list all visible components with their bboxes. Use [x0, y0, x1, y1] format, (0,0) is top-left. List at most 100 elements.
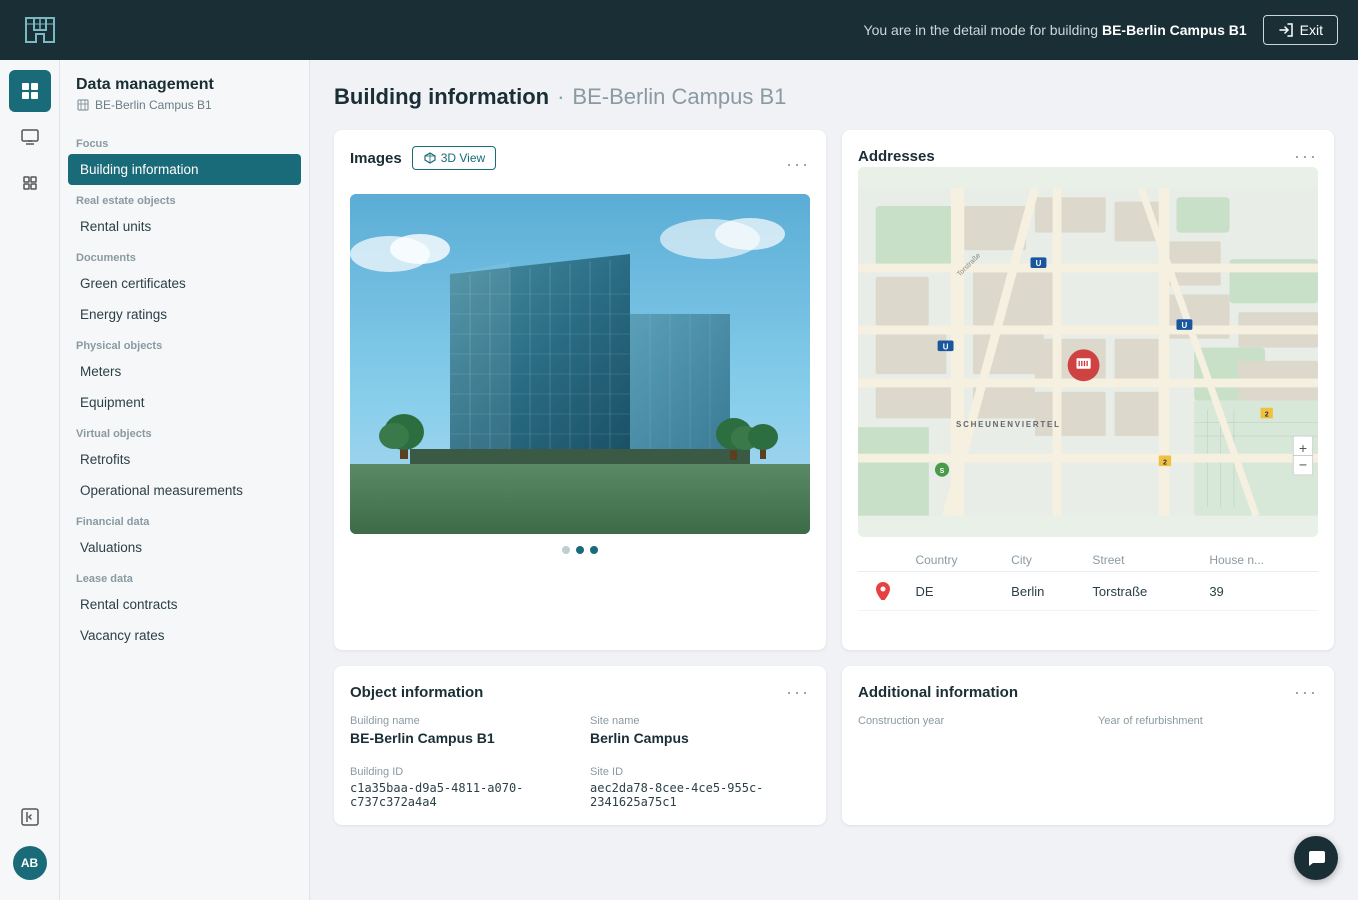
chat-icon [1305, 847, 1327, 869]
sidebar-icon-collapse[interactable] [9, 796, 51, 838]
nav-section-virtual-objects: Virtual objects [60, 418, 309, 444]
nav-item-valuations[interactable]: Valuations [60, 532, 309, 563]
nav-sidebar-subtitle: BE-Berlin Campus B1 [60, 98, 309, 128]
nav-item-meters[interactable]: Meters [60, 356, 309, 387]
images-card-menu[interactable]: ··· [786, 154, 810, 175]
main-layout: AB Data management BE-Berlin Campus B1 F… [0, 60, 1358, 900]
object-info-grid: Building name BE-Berlin Campus B1 Site n… [350, 715, 810, 809]
nav-item-retrofits[interactable]: Retrofits [60, 444, 309, 475]
sidebar-icon-monitor[interactable] [9, 116, 51, 158]
sidebar-icon-layers[interactable] [9, 162, 51, 204]
obj-field-site-name: Site name Berlin Campus [590, 715, 810, 746]
obj-field-building-name: Building name BE-Berlin Campus B1 [350, 715, 570, 746]
svg-text:U: U [1182, 321, 1188, 330]
dot-1[interactable] [562, 546, 570, 554]
addr-col-house: House n... [1201, 549, 1318, 572]
obj-field-building-id: Building ID c1a35baa-d9a5-4811-a070-c737… [350, 766, 570, 809]
view-3d-button[interactable]: 3D View [412, 146, 496, 170]
nav-sidebar: Data management BE-Berlin Campus B1 Focu… [60, 60, 310, 900]
nav-section-physical-objects: Physical objects [60, 330, 309, 356]
building-image [350, 194, 810, 534]
location-pin-icon [876, 582, 890, 600]
nav-item-rental-units[interactable]: Rental units [60, 211, 309, 242]
top-cards-row: Images 3D View ··· [334, 130, 1334, 650]
svg-text:S: S [940, 468, 945, 475]
logo [20, 10, 60, 50]
object-info-card-header: Object information ··· [350, 682, 810, 703]
map-svg: Torstraße U U U S 2 [858, 167, 1318, 537]
addr-house: 39 [1201, 572, 1318, 611]
dot-2[interactable] [576, 546, 584, 554]
additional-info-title: Additional information [858, 684, 1018, 701]
exit-button[interactable]: Exit [1263, 15, 1338, 45]
images-top: Images 3D View [350, 146, 496, 170]
collapse-icon [21, 808, 39, 826]
nav-section-documents: Documents [60, 242, 309, 268]
building-mini-icon [76, 98, 90, 112]
topbar-right: You are in the detail mode for building … [864, 15, 1338, 45]
svg-text:+: + [1299, 440, 1307, 456]
additional-info-card: Additional information ··· Construction … [842, 666, 1334, 825]
addr-city: Berlin [1003, 572, 1084, 611]
bottom-cards-row: Object information ··· Building name BE-… [334, 666, 1334, 825]
add-field-refurbishment-year: Year of refurbishment [1098, 715, 1318, 750]
address-table: Country City Street House n... [858, 549, 1318, 611]
addresses-card-header: Addresses ··· [858, 146, 1318, 167]
object-info-menu[interactable]: ··· [786, 682, 810, 703]
app-logo [20, 10, 60, 50]
nav-section-financial-data: Financial data [60, 506, 309, 532]
topbar: You are in the detail mode for building … [0, 0, 1358, 60]
addr-col-country: Country [907, 549, 1003, 572]
icon-sidebar-bottom: AB [9, 796, 51, 890]
images-card: Images 3D View ··· [334, 130, 826, 650]
svg-text:SCHEUNENVIERTEL: SCHEUNENVIERTEL [956, 420, 1061, 429]
table-icon [20, 81, 40, 101]
addr-pin-cell [858, 572, 907, 611]
addresses-card: Addresses ··· [842, 130, 1334, 650]
additional-info-menu[interactable]: ··· [1294, 682, 1318, 703]
nav-section-real-estate: Real estate objects [60, 185, 309, 211]
nav-item-energy-ratings[interactable]: Energy ratings [60, 299, 309, 330]
nav-item-building-information[interactable]: Building information [68, 154, 301, 185]
svg-text:2: 2 [1265, 412, 1269, 419]
addresses-card-title: Addresses [858, 148, 935, 165]
chat-widget[interactable] [1294, 836, 1338, 880]
avatar[interactable]: AB [13, 846, 47, 880]
add-field-construction-year: Construction year [858, 715, 1078, 750]
sidebar-icon-table[interactable] [9, 70, 51, 112]
dot-3[interactable] [590, 546, 598, 554]
nav-item-operational-measurements[interactable]: Operational measurements [60, 475, 309, 506]
object-info-card: Object information ··· Building name BE-… [334, 666, 826, 825]
cube-icon [423, 151, 437, 165]
image-dots [350, 546, 810, 554]
images-card-header: Images 3D View ··· [350, 146, 810, 182]
addresses-card-menu[interactable]: ··· [1294, 146, 1318, 167]
addr-col-street: Street [1084, 549, 1201, 572]
svg-text:U: U [1036, 259, 1042, 268]
nav-focus-label: Focus [60, 128, 309, 154]
addr-street: Torstraße [1084, 572, 1201, 611]
mode-text: You are in the detail mode for building … [864, 22, 1247, 38]
icon-sidebar: AB [0, 60, 60, 900]
nav-item-green-certificates[interactable]: Green certificates [60, 268, 309, 299]
svg-text:2: 2 [1163, 459, 1167, 466]
obj-field-site-id: Site ID aec2da78-8cee-4ce5-955c-2341625a… [590, 766, 810, 809]
content-area: Building information · BE-Berlin Campus … [310, 60, 1358, 900]
nav-item-equipment[interactable]: Equipment [60, 387, 309, 418]
additional-info-card-header: Additional information ··· [858, 682, 1318, 703]
addr-col-empty [858, 549, 907, 572]
nav-item-vacancy-rates[interactable]: Vacancy rates [60, 620, 309, 651]
addr-col-city: City [1003, 549, 1084, 572]
address-row: DE Berlin Torstraße 39 [858, 572, 1318, 611]
nav-sidebar-title: Data management [60, 76, 309, 98]
svg-text:−: − [1299, 457, 1307, 473]
page-title: Building information · BE-Berlin Campus … [334, 84, 1334, 110]
monitor-icon [20, 127, 40, 147]
exit-icon [1278, 22, 1294, 38]
additional-info-grid: Construction year Year of refurbishment [858, 715, 1318, 750]
layers-icon [20, 173, 40, 193]
object-info-title: Object information [350, 684, 483, 701]
addr-country: DE [907, 572, 1003, 611]
nav-item-rental-contracts[interactable]: Rental contracts [60, 589, 309, 620]
svg-text:U: U [943, 342, 949, 351]
